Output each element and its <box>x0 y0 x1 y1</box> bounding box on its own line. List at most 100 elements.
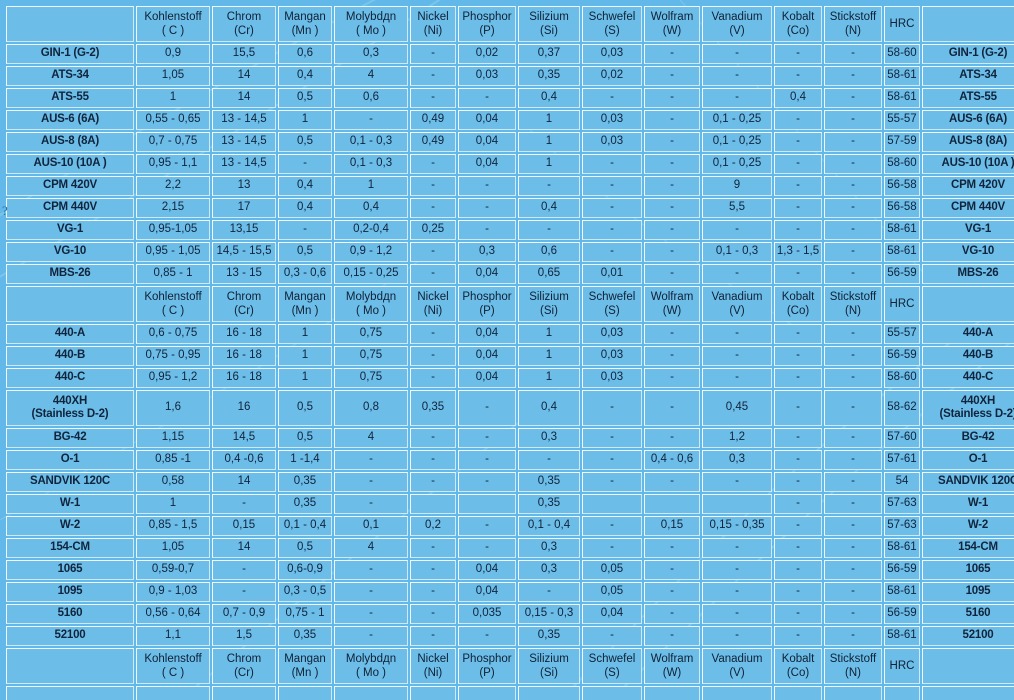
column-header-name: Nickel <box>417 290 449 303</box>
element-cell-n: - <box>824 538 882 558</box>
element-cell-c: 2,15 <box>136 198 210 218</box>
steel-name-cell-right: GIN-1 (G-2) <box>922 44 1014 64</box>
element-cell-mn: 1 <box>278 368 332 388</box>
element-cell-si: - <box>518 582 580 602</box>
hrc-cell: 57-61 <box>884 450 920 470</box>
element-cell-ni: 0,49 <box>410 110 456 130</box>
element-cell-c: 0,55 - 0,65 <box>136 110 210 130</box>
steel-name-cell: W-1 <box>6 494 134 514</box>
column-header-name: Chrom <box>226 10 262 23</box>
element-cell-co: - <box>774 324 822 344</box>
element-cell-s: - <box>582 390 642 426</box>
element-cell-cr: 14 <box>212 538 276 558</box>
column-header-cr: Chrom (Cr) <box>212 286 276 322</box>
hrc-cell: 58-61 <box>884 66 920 86</box>
element-cell-cr: 17 <box>212 198 276 218</box>
hrc-cell: 56-59 <box>884 604 920 624</box>
element-cell-co: - <box>774 428 822 448</box>
column-header-name: Nickel <box>417 652 449 665</box>
element-cell-c: 0,56 - 0,64 <box>136 604 210 624</box>
element-cell-n: - <box>824 346 882 366</box>
element-cell-c: 0,95-1,05 <box>136 220 210 240</box>
element-cell-mn: 0,75 - 1 <box>278 604 332 624</box>
element-cell-n: - <box>824 324 882 344</box>
element-cell-mn: 0,6-0,9 <box>278 560 332 580</box>
table-row: CPM 420V 2,2 13 0,4 1- - - - -9- -56-58 CPM 420V <box>6 176 1014 196</box>
element-cell-p: - <box>458 626 516 646</box>
element-cell-w: 0,15 <box>644 516 700 536</box>
element-cell-v <box>702 686 772 700</box>
element-cell-cr: 14 <box>212 88 276 108</box>
column-header-hrc: HRC <box>884 6 920 42</box>
column-header-symbol: (S) <box>604 305 620 317</box>
column-header-p: Phosphor (P) <box>458 648 516 684</box>
hrc-cell: 55-57 <box>884 110 920 130</box>
element-cell-si: 0,3 <box>518 538 580 558</box>
element-cell-w: - <box>644 604 700 624</box>
hrc-cell: 57-63 <box>884 494 920 514</box>
header-blank-cell <box>922 648 1014 684</box>
element-cell-n: - <box>824 44 882 64</box>
column-header-name: Kohlenstoff <box>144 10 202 23</box>
element-cell-s: - <box>582 626 642 646</box>
stray-question-mark: ? <box>2 203 8 218</box>
element-cell-v: 9 <box>702 176 772 196</box>
steel-name-cell: SANDVIK 120C <box>6 472 134 492</box>
column-header-symbol: (Cr) <box>234 667 254 679</box>
element-cell-c: 1,1 <box>136 626 210 646</box>
steel-name-cell: 440-B <box>6 346 134 366</box>
element-cell-n: - <box>824 516 882 536</box>
table-row: 1095 0,9 - 1,03-0,3 - 0,5- -0,04-0,05- - - -5… <box>6 582 1014 602</box>
column-header-row: Kohlenstoff ( C ) Chrom (Cr) Mangan (Mn ) Moly… <box>6 648 1014 684</box>
element-cell-mo: - <box>334 560 408 580</box>
hrc-cell: 58-61 <box>884 582 920 602</box>
column-header-symbol: (W) <box>662 667 682 679</box>
column-header-symbol: (V) <box>729 25 745 37</box>
element-cell-si: 0,35 <box>518 472 580 492</box>
element-cell-w: - <box>644 44 700 64</box>
element-cell-s: - <box>582 538 642 558</box>
element-cell-v: 0,1 - 0,25 <box>702 132 772 152</box>
element-cell-ni: - <box>410 44 456 64</box>
element-cell-s: 0,03 <box>582 44 642 64</box>
element-cell-s <box>582 686 642 700</box>
element-cell-si: 1 <box>518 368 580 388</box>
element-cell-si: 0,3 <box>518 428 580 448</box>
table-row: VG-10 0,95 - 1,05 14,5 - 15,5 0,5 0,9 - 1,2-… <box>6 242 1014 262</box>
element-cell-p: - <box>458 450 516 470</box>
column-header-name: Vanadium <box>711 10 763 23</box>
steel-name-cell-right: AUS-6 (6A) <box>922 110 1014 130</box>
element-cell-si: 0,1 - 0,4 <box>518 516 580 536</box>
steel-name-cell-right: VG-10 <box>922 242 1014 262</box>
element-cell-co: - <box>774 472 822 492</box>
element-cell-s: - <box>582 220 642 240</box>
element-cell-p: 0,04 <box>458 582 516 602</box>
element-cell-v: - <box>702 472 772 492</box>
element-cell-ni: - <box>410 472 456 492</box>
column-header-symbol: (Mn ) <box>291 25 319 37</box>
steel-name-cell-right: AUS-10 (10A ) <box>922 154 1014 174</box>
element-cell-ni <box>410 494 456 514</box>
column-header-si: Silizium (Si) <box>518 286 580 322</box>
hrc-cell: 57-60 <box>884 428 920 448</box>
element-cell-co: - <box>774 66 822 86</box>
element-cell-cr: 14,5 - 15,5 <box>212 242 276 262</box>
column-header-symbol: ( C ) <box>161 25 185 37</box>
element-cell-s: 0,05 <box>582 582 642 602</box>
column-header-mo: Molybdдn ( Mo ) <box>334 286 408 322</box>
steel-name-cell: 5160 <box>6 604 134 624</box>
column-header-symbol: (S) <box>604 667 620 679</box>
column-header-symbol: (W) <box>662 305 682 317</box>
element-cell-mn: 0,4 <box>278 66 332 86</box>
header-blank-cell <box>6 6 134 42</box>
element-cell-n <box>824 686 882 700</box>
hrc-cell: 54 <box>884 472 920 492</box>
element-cell-mo: 0,9 - 1,2 <box>334 242 408 262</box>
column-header-name: Kobalt <box>781 652 815 665</box>
steel-name-cell-right: CPM 420V <box>922 176 1014 196</box>
element-cell-mn: 0,1 - 0,4 <box>278 516 332 536</box>
column-header-name: Kobalt <box>781 290 815 303</box>
column-header-name: Vanadium <box>711 290 763 303</box>
element-cell-co: - <box>774 516 822 536</box>
column-header-symbol: (Cr) <box>234 25 254 37</box>
